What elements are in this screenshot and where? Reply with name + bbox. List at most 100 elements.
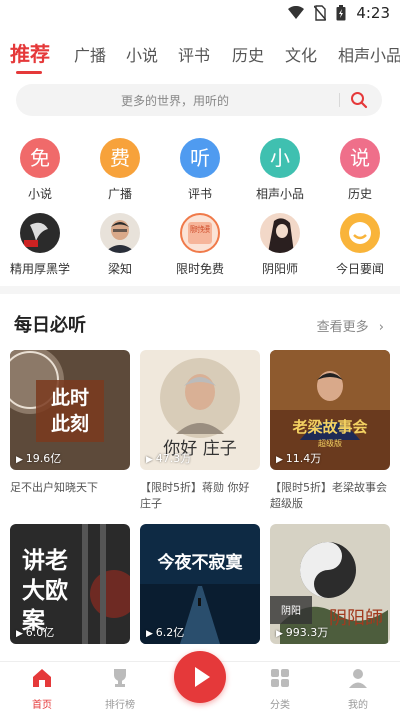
svg-text:此时: 此时 — [51, 386, 89, 409]
channel-today-news[interactable]: 今日要闻 — [330, 213, 390, 277]
nav-label: 首页 — [32, 700, 52, 711]
houheixue-avatar — [20, 213, 60, 253]
speak-icon: 说 — [340, 138, 380, 178]
search-placeholder: 更多的世界，用听的 — [120, 94, 229, 108]
category-grid: 免 小说 费 广播 听 评书 小 相声小品 说 历史 — [0, 138, 400, 208]
featured-channels: 精用厚黑学 梁知 限时免费 限时免费 阴阳师 今日要闻 — [0, 213, 400, 283]
user-icon — [349, 669, 367, 688]
status-bar: 4:23 — [0, 0, 400, 28]
nav-profile[interactable]: 我的 — [328, 666, 388, 711]
album-cover-not-lonely-tonight: 今夜不寂寞 6.2亿 — [140, 524, 260, 644]
category-label: 评书 — [187, 187, 212, 201]
section-separator — [0, 286, 400, 294]
category-history[interactable]: 说 历史 — [330, 138, 390, 202]
category-label: 相声小品 — [255, 187, 304, 201]
svg-text:阴阳師: 阴阳師 — [329, 608, 383, 629]
status-time: 4:23 — [356, 4, 390, 22]
channel-houheixue[interactable]: 精用厚黑学 — [10, 213, 70, 277]
channel-label: 今日要闻 — [335, 262, 384, 276]
play-count: 47.3万 — [146, 450, 192, 466]
category-crosstalk[interactable]: 小 相声小品 — [250, 138, 310, 202]
play-count: 993.3万 — [276, 624, 329, 640]
grid-icon — [271, 669, 289, 687]
tab-broadcast[interactable]: 广播 — [74, 42, 106, 66]
nav-ranking[interactable]: 排行榜 — [90, 666, 150, 711]
category-tabs: 推荐 广播 小说 评书 历史 文化 相声小品 — [0, 36, 400, 74]
category-label: 历史 — [347, 187, 372, 201]
svg-text:超级版: 超级版 — [318, 438, 342, 448]
channel-label: 梁知 — [107, 262, 132, 276]
channel-liangzhi[interactable]: 梁知 — [90, 213, 150, 277]
category-novel[interactable]: 免 小说 — [10, 138, 70, 202]
see-more-link[interactable]: 查看更多 › — [317, 316, 384, 335]
album-card[interactable]: 今夜不寂寞 6.2亿 — [140, 524, 260, 644]
album-title: 【限时5折】老梁故事会超级版 — [270, 481, 387, 510]
section-title: 每日必听 — [14, 315, 86, 336]
album-card[interactable]: 阴阳 阴阳師 993.3万 — [270, 524, 390, 644]
search-bar[interactable]: 更多的世界，用听的 — [16, 84, 382, 116]
tab-storytelling[interactable]: 评书 — [178, 42, 210, 66]
player-button[interactable] — [174, 651, 226, 703]
nav-label: 排行榜 — [105, 700, 135, 711]
free-icon: 免 — [20, 138, 60, 178]
category-storytelling[interactable]: 听 评书 — [170, 138, 230, 202]
svg-text:讲老: 讲老 — [22, 548, 68, 574]
channel-label: 阴阳师 — [261, 262, 298, 276]
trophy-icon — [114, 669, 126, 687]
wifi-icon — [288, 6, 305, 19]
play-count: 11.4万 — [276, 450, 322, 466]
channel-free-limited[interactable]: 限时免费 限时免费 — [170, 213, 230, 277]
see-more-label: 查看更多 — [316, 320, 369, 335]
svg-text:阴阳: 阴阳 — [281, 605, 301, 617]
play-icon — [195, 667, 210, 687]
category-label: 广播 — [107, 187, 132, 201]
album-cover-hello-zhuangzi: 你好 庄子 47.3万 — [140, 350, 260, 470]
listen-icon: 听 — [180, 138, 220, 178]
album-title: 【限时5折】蒋勋 你好庄子 — [140, 481, 250, 510]
nav-home[interactable]: 首页 — [12, 666, 72, 711]
tab-recommend[interactable]: 推荐 — [10, 38, 50, 67]
album-cover-liang-story: 老梁故事会 超级版 11.4万 — [270, 350, 390, 470]
small-icon: 小 — [260, 138, 300, 178]
tab-history[interactable]: 历史 — [232, 42, 264, 66]
tab-crosstalk[interactable]: 相声小品 — [338, 42, 400, 66]
no-sim-icon — [314, 5, 327, 21]
album-card[interactable]: 老梁故事会 超级版 11.4万 【限时5折】老梁故事会超级版 — [270, 350, 390, 512]
play-count: 6.0亿 — [16, 624, 55, 640]
chevron-right-icon: › — [378, 320, 384, 335]
nav-label: 分类 — [270, 700, 290, 711]
album-cover-onmyoji: 阴阳 阴阳師 993.3万 — [270, 524, 390, 644]
onmyoji-avatar — [260, 213, 300, 253]
nav-category[interactable]: 分类 — [250, 666, 310, 711]
channel-label: 精用厚黑学 — [10, 262, 71, 276]
svg-text:此刻: 此刻 — [51, 412, 89, 435]
album-cover-this-moment: 此时 此刻 19.6亿 — [10, 350, 130, 470]
category-label: 小说 — [27, 187, 52, 201]
album-card[interactable]: 你好 庄子 47.3万 【限时5折】蒋勋 你好庄子 — [140, 350, 260, 512]
battery-icon — [336, 5, 346, 21]
channel-onmyoji[interactable]: 阴阳师 — [250, 213, 310, 277]
svg-text:老梁故事会: 老梁故事会 — [291, 418, 367, 436]
limited-free-badge: 限时免费 — [190, 224, 210, 234]
search-divider — [339, 93, 340, 107]
tab-novel[interactable]: 小说 — [126, 42, 158, 66]
home-icon — [33, 669, 51, 687]
nav-label: 我的 — [348, 700, 368, 711]
limited-free-icon: 限时免费 — [180, 213, 220, 253]
active-tab-indicator — [16, 71, 42, 74]
fee-icon: 费 — [100, 138, 140, 178]
album-card[interactable]: 此时 此刻 19.6亿 足不出户知晓天下 — [10, 350, 130, 512]
tab-culture[interactable]: 文化 — [285, 42, 317, 66]
channel-label: 限时免费 — [175, 262, 224, 276]
liangzhi-avatar — [100, 213, 140, 253]
play-count: 19.6亿 — [16, 450, 62, 466]
album-cover-old-cases: 讲老 大欧 案 6.0亿 — [10, 524, 130, 644]
search-icon[interactable] — [349, 90, 369, 110]
play-count: 6.2亿 — [146, 624, 185, 640]
album-card[interactable]: 讲老 大欧 案 6.0亿 — [10, 524, 130, 644]
svg-text:大欧: 大欧 — [22, 578, 68, 604]
news-icon — [340, 213, 380, 253]
category-broadcast[interactable]: 费 广播 — [90, 138, 150, 202]
album-title: 足不出户知晓天下 — [10, 481, 98, 494]
svg-text:今夜不寂寞: 今夜不寂寞 — [158, 552, 244, 573]
